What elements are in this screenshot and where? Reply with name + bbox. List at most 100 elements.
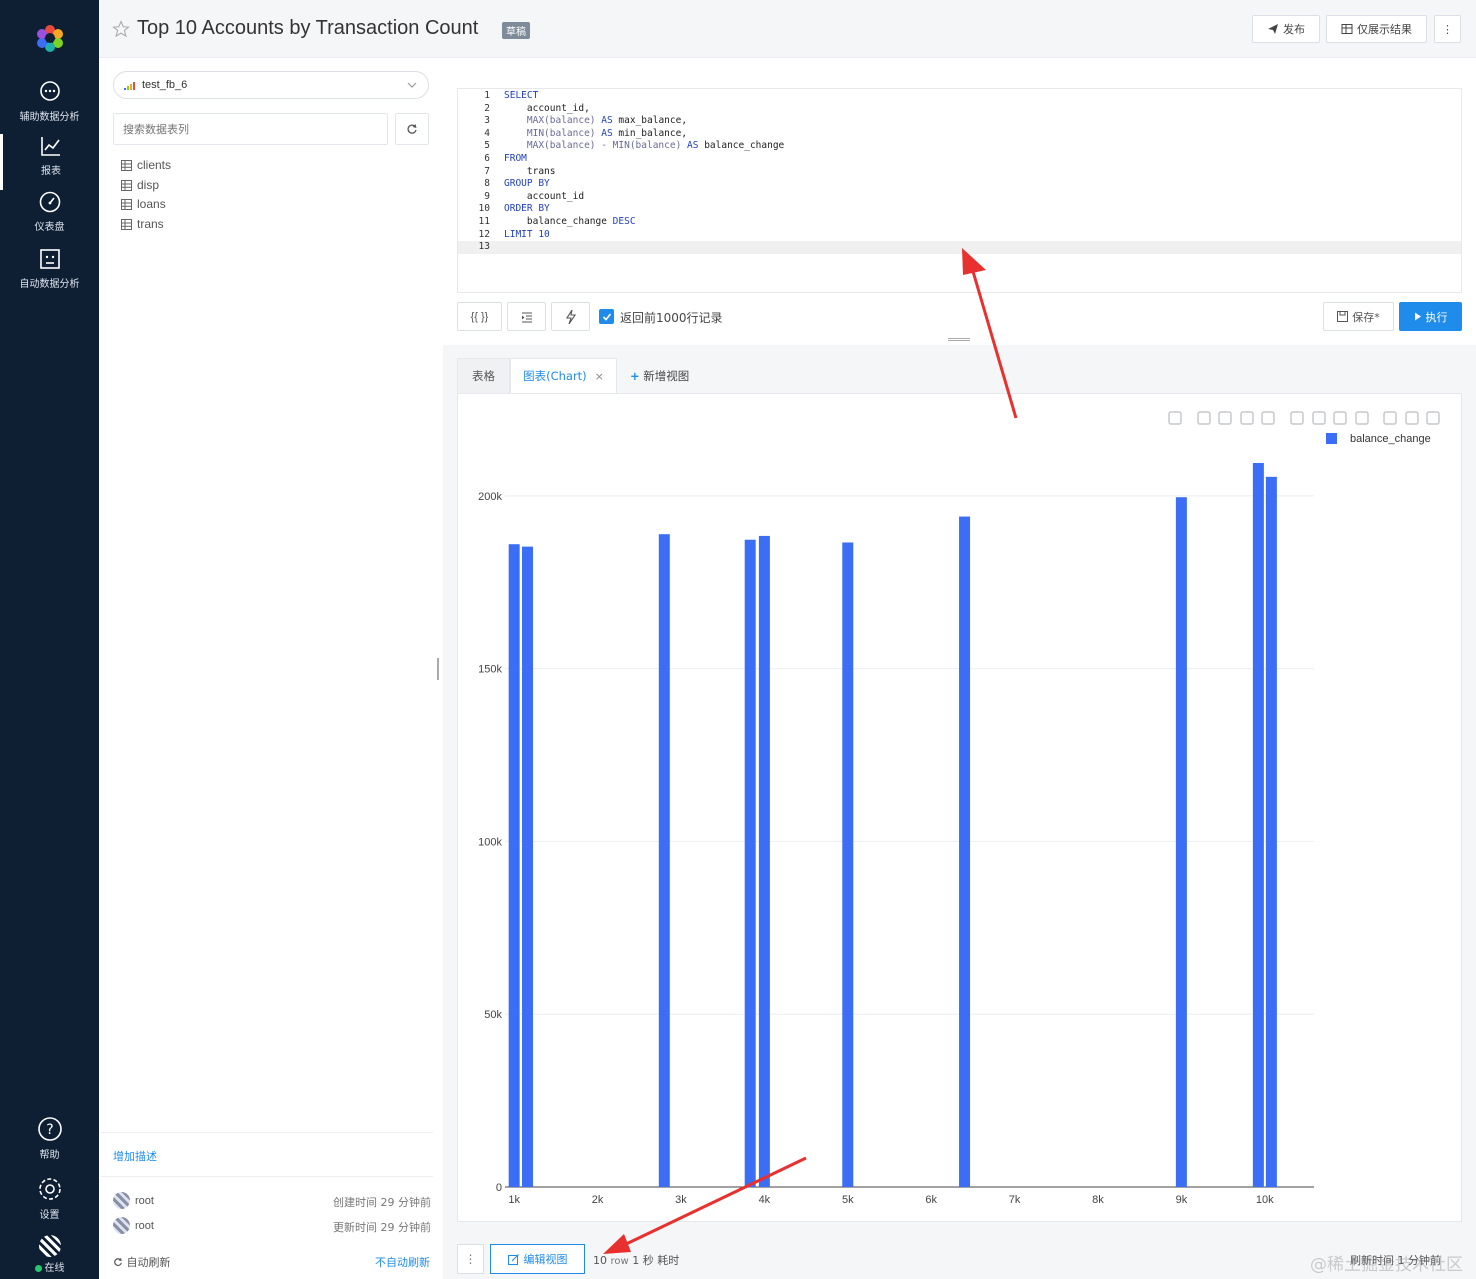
limit-1000-label[interactable]: 返回前1000行记录 [620,309,723,326]
nav-help[interactable]: ? 帮助 [0,1116,99,1172]
tab-table[interactable]: 表格 [457,358,510,394]
refresh-icon [114,1257,122,1266]
code-line[interactable]: 10 ORDER BY [458,203,1461,216]
code-line[interactable]: 11 balance_change DESC [458,216,1461,229]
view-more-button[interactable]: ⋮ [457,1244,484,1274]
bar[interactable] [1252,463,1264,1187]
app-logo-icon[interactable] [34,22,66,54]
editor-resize-handle[interactable] [948,338,970,341]
nav-user-status[interactable]: 在线 [0,1235,99,1279]
show-results-only-button[interactable]: 仅展示结果 [1326,15,1427,43]
datasource-icon [124,82,135,90]
draft-badge: 草稿 [502,22,530,39]
limit-1000-checkbox[interactable] [599,309,614,324]
line-number: 3 [484,115,490,127]
bar[interactable] [758,535,770,1187]
table-icon [121,179,132,191]
box-select-icon[interactable] [1240,411,1254,425]
bar[interactable] [1265,476,1277,1188]
chart-legend[interactable]: balance_change [1326,433,1431,445]
autocomplete-toggle-button[interactable] [551,302,590,331]
bar[interactable] [1175,497,1187,1187]
table-item-loans[interactable]: loans [121,197,166,211]
publish-button[interactable]: 发布 [1252,15,1320,43]
panel-resize-handle[interactable] [437,658,439,680]
code-line[interactable]: 1 SELECT [458,90,1461,103]
box-select-icon-shape [1240,411,1254,425]
edit-view-button[interactable]: 编辑视图 [490,1244,585,1274]
sql-editor[interactable]: 1 SELECT 2 account_id, 3 MAX(balance) AS ma… [457,88,1462,293]
hover-closest-icon[interactable] [1405,411,1419,425]
reset-axes-icon-shape [1355,411,1369,425]
code-line[interactable]: 7 trans [458,166,1461,179]
bar-chart[interactable]: 1k 2k 3k 4k 5k 6k 7k 8k 9k 10k 0 50k 100k 150k 200k b… [458,394,1463,1223]
line-chart-icon [41,137,60,156]
nav-item-reports[interactable]: 报表 [0,134,99,190]
bar[interactable] [842,542,854,1187]
created-meta: root 创建时间 29 分钟前 [113,1192,431,1210]
zoom-icon[interactable] [1197,411,1211,425]
save-button[interactable]: 保存* [1323,302,1394,331]
code-line[interactable]: 9 account_id [458,191,1461,204]
code-line[interactable]: 3 MAX(balance) AS max_balance, [458,115,1461,128]
code-line[interactable]: 8 GROUP BY [458,178,1461,191]
code-line[interactable]: 4 MIN(balance) AS min_balance, [458,128,1461,141]
code-line[interactable]: 12 LIMIT 10 [458,229,1461,242]
add-description-link[interactable]: 增加描述 [113,1148,157,1164]
code-text: MAX(balance) - MIN(balance) AS balance_c… [504,140,784,153]
code-line[interactable]: 6 FROM [458,153,1461,166]
nav-item-assisted-analysis[interactable]: 辅助数据分析 [0,80,99,136]
line-number: 5 [484,140,490,152]
bar[interactable] [658,534,670,1187]
execute-button[interactable]: 执行 [1399,302,1462,331]
chat-icon [39,81,60,101]
table-name: disp [137,178,160,192]
code-line[interactable]: 13 [458,241,1461,254]
row-unit: row [610,1256,629,1267]
code-text: ORDER BY [504,203,550,216]
reset-axes-icon[interactable] [1355,411,1369,425]
refresh-schema-button[interactable] [395,113,429,145]
zoom-in-icon[interactable] [1290,411,1304,425]
tab-chart[interactable]: 图表(Chart) × [510,358,617,394]
bar[interactable] [959,516,971,1187]
x-tick-label: 1k [508,1194,520,1206]
lasso-select-icon[interactable] [1261,411,1275,425]
zoom-out-icon[interactable] [1312,411,1326,425]
code-line[interactable]: 2 account_id, [458,103,1461,116]
pan-icon[interactable] [1218,411,1232,425]
zoom-in-icon-shape [1290,411,1304,425]
more-menu-button[interactable]: ⋮ [1434,15,1461,43]
spike-lines-icon[interactable] [1383,411,1397,425]
bar[interactable] [522,546,534,1187]
table-item-clients[interactable]: clients [121,158,171,172]
check-icon [602,312,611,321]
nav-item-dashboard[interactable]: 仪表盘 [0,190,99,246]
bar[interactable] [744,539,756,1187]
autoscale-icon[interactable] [1333,411,1347,425]
online-dot-icon [34,1264,42,1272]
hover-compare-icon[interactable] [1426,411,1440,425]
legend-label: balance_change [1350,433,1431,445]
table-item-disp[interactable]: disp [121,178,159,192]
chart-gridlines [505,495,1314,1188]
table-search-input[interactable] [113,113,388,145]
code-line[interactable]: 5 MAX(balance) - MIN(balance) AS balance… [458,140,1461,153]
table-item-trans[interactable]: trans [121,217,164,231]
close-icon[interactable]: × [595,370,604,383]
camera-icon[interactable] [1168,411,1182,425]
nav-item-auto-analysis[interactable]: 自动数据分析 [0,247,99,303]
datasource-select[interactable]: test_fb_6 [113,71,429,99]
star-icon[interactable] [112,20,130,38]
no-auto-refresh-toggle[interactable]: 不自动刷新 [375,1254,430,1270]
table-icon [121,198,132,210]
y-tick-label: 150k [478,664,502,676]
online-status: 在线 [34,1263,65,1274]
nav-settings[interactable]: 设置 [0,1176,99,1232]
add-view-button[interactable]: + 新增视图 [630,368,689,384]
user-avatar [38,1235,61,1257]
code-token: AS [601,127,613,139]
template-params-button[interactable]: {{ }} [457,302,502,331]
format-sql-button[interactable] [507,302,546,331]
bar[interactable] [508,544,520,1187]
